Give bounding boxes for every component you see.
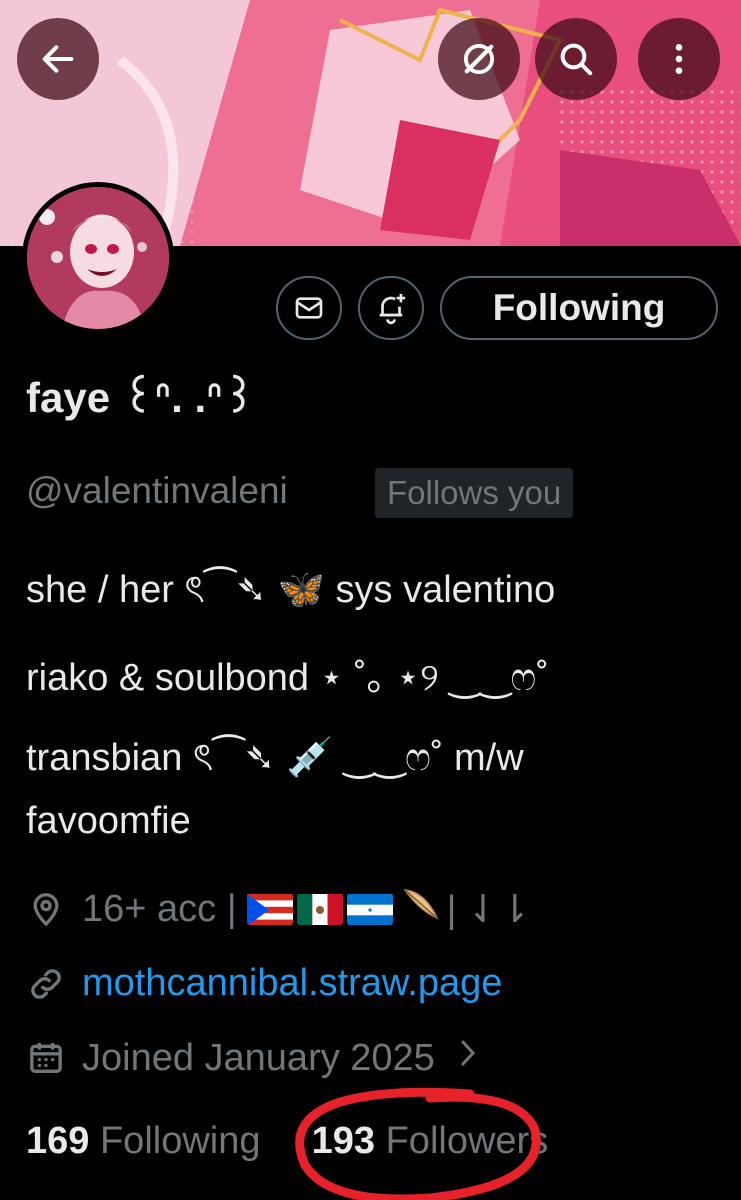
joined-row[interactable]: Joined January 2025	[26, 1036, 481, 1080]
search-button[interactable]	[535, 18, 617, 100]
location-text: 16+ acc |	[82, 887, 237, 930]
notifications-button[interactable]	[358, 276, 424, 340]
calendar-icon	[26, 1038, 66, 1078]
display-name: faye ꒰ᐢ. .ᐢ꒱	[26, 374, 256, 421]
grok-button[interactable]	[438, 18, 520, 100]
chevron-right-icon	[457, 1036, 481, 1080]
link-icon	[26, 964, 66, 1004]
following-button[interactable]: Following	[440, 276, 718, 340]
bio-line: transbian ৎ⁀➴ 💉 ‿‿ෆ˚ m/w	[26, 737, 524, 779]
follow-stats: 169 Following 193 Followers	[26, 1120, 548, 1163]
joined-text: Joined January 2025	[82, 1036, 435, 1079]
message-button[interactable]	[276, 276, 342, 340]
location-suffix: | ⇃⇂	[446, 888, 531, 931]
handle: @valentinvaleni	[26, 470, 288, 511]
honduras-flag-icon	[346, 893, 393, 925]
search-icon	[560, 43, 593, 76]
feather-icon	[401, 886, 441, 932]
follows-you-badge: Follows you	[375, 468, 574, 518]
puerto-rico-flag-icon	[246, 893, 293, 925]
arrow-left-icon	[42, 45, 74, 73]
following-label: Following	[99, 1120, 261, 1162]
followers-stat[interactable]: 193 Followers	[312, 1120, 549, 1162]
website-row: mothcannibal.straw.page	[26, 962, 502, 1005]
followers-count: 193	[311, 1120, 376, 1162]
followers-label: Followers	[385, 1120, 549, 1162]
following-stat[interactable]: 169 Following	[26, 1120, 271, 1162]
location-pin-icon	[26, 889, 66, 929]
bio-line: favoomfie	[26, 800, 191, 842]
following-count: 169	[26, 1120, 90, 1162]
mexico-flag-icon	[296, 893, 343, 925]
avatar[interactable]	[22, 182, 174, 334]
more-button[interactable]	[638, 18, 720, 100]
bio-line: she / her ৎ⁀➴ 🦋 sys valentino	[26, 569, 556, 611]
location-row: 16+ acc | | ⇃⇂	[26, 886, 531, 932]
envelope-icon	[295, 297, 323, 319]
back-button[interactable]	[17, 18, 99, 100]
bell-plus-icon	[379, 293, 406, 325]
slash-circle-icon	[463, 43, 495, 75]
bio-line: riako & soulbond ⋆ ˚｡ ⋆୨ ‿‿ෆ˚	[26, 657, 549, 699]
website-link[interactable]: mothcannibal.straw.page	[82, 962, 502, 1005]
more-vertical-icon	[675, 44, 683, 74]
